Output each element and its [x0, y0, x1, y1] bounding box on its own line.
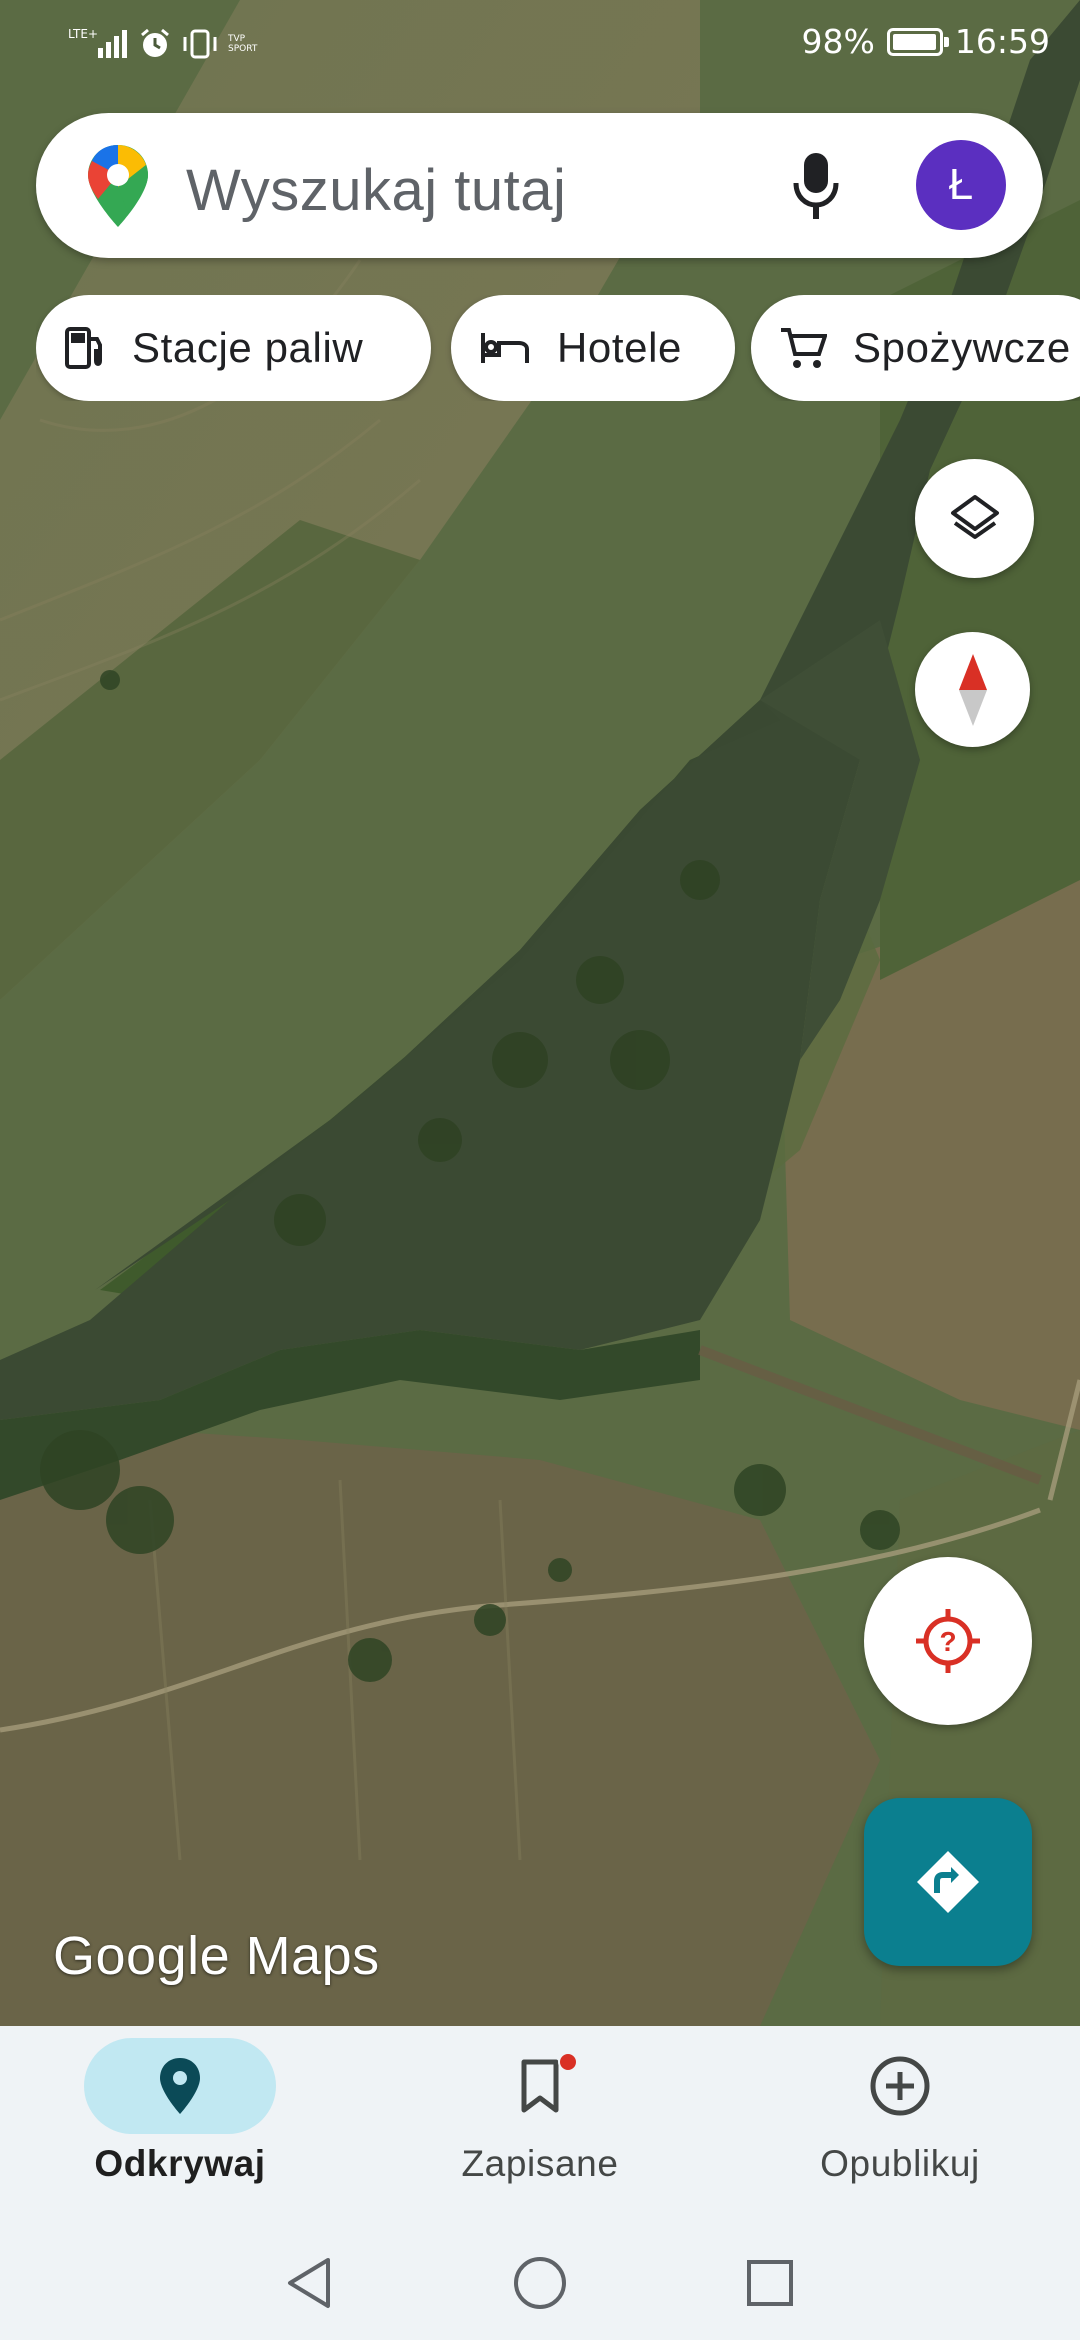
google-maps-watermark: Google Maps: [53, 1926, 380, 1986]
add-circle-icon: [870, 2056, 930, 2116]
recents-square-icon: [747, 2260, 793, 2306]
system-home-button[interactable]: [480, 2226, 600, 2340]
category-chips: Stacje paliw Hotele Spożywcze: [36, 295, 1080, 401]
chip-hotels[interactable]: Hotele: [451, 295, 735, 401]
search-bar[interactable]: Wyszukaj tutaj Ł: [36, 113, 1043, 258]
location-unknown-icon: ?: [916, 1609, 980, 1673]
layers-button[interactable]: [915, 459, 1034, 578]
search-input[interactable]: Wyszukaj tutaj: [186, 157, 566, 224]
nav-icon-container: [804, 2038, 996, 2134]
system-back-button[interactable]: [249, 2226, 369, 2340]
status-icons-left: LTE+ TVP SPORT: [68, 26, 258, 62]
directions-icon: [917, 1851, 979, 1913]
nav-label: Opublikuj: [820, 2143, 980, 2184]
nav-label: Zapisane: [461, 2143, 619, 2184]
nav-icon-container: [444, 2038, 636, 2134]
back-triangle-icon: [288, 2258, 330, 2308]
nav-item-saved[interactable]: Zapisane: [360, 2026, 720, 2226]
system-navigation-bar: [0, 2226, 1080, 2340]
clock: 16:59: [954, 22, 1050, 61]
directions-button[interactable]: [864, 1798, 1032, 1966]
chip-label: Spożywcze: [853, 324, 1071, 371]
nav-item-explore[interactable]: Odkrywaj: [0, 2026, 360, 2226]
bookmark-icon: [521, 2059, 559, 2113]
compass-icon: [958, 653, 987, 726]
explore-pin-icon: [160, 2058, 200, 2114]
bottom-navigation: Odkrywaj Zapisane Opublikuj: [0, 2026, 1080, 2226]
alarm-icon: [141, 28, 169, 57]
nav-item-contribute[interactable]: Opublikuj: [720, 2026, 1080, 2226]
battery-icon: [886, 27, 949, 56]
nav-label: Odkrywaj: [94, 2143, 266, 2184]
google-maps-logo-icon: [88, 145, 148, 227]
chip-groceries[interactable]: Spożywcze: [751, 295, 1080, 401]
notification-badge: [558, 2052, 578, 2072]
bed-icon: [481, 333, 529, 363]
account-avatar[interactable]: Ł: [916, 140, 1006, 230]
status-icons-right: 98% 16:59: [802, 22, 1050, 61]
svg-text:?: ?: [939, 1626, 956, 1657]
shopping-cart-icon: [781, 328, 827, 368]
chip-label: Hotele: [557, 324, 683, 371]
microphone-icon[interactable]: [788, 149, 844, 225]
layers-icon: [950, 494, 999, 539]
signal-icon: LTE+: [68, 27, 127, 58]
tvp-sport-badge: TVP SPORT: [228, 34, 258, 54]
network-label: LTE+: [68, 27, 98, 41]
gas-station-icon: [65, 327, 102, 369]
status-bar: LTE+ TVP SPORT 98% 16:59: [0, 0, 1080, 90]
system-recents-button[interactable]: [710, 2226, 830, 2340]
chip-gas-stations[interactable]: Stacje paliw: [36, 295, 431, 401]
chip-label: Stacje paliw: [132, 324, 364, 371]
vibrate-icon: [183, 29, 217, 59]
home-circle-icon: [514, 2257, 566, 2309]
compass-button[interactable]: [915, 632, 1030, 747]
my-location-button[interactable]: ?: [864, 1557, 1032, 1725]
nav-active-indicator: [84, 2038, 276, 2134]
battery-percentage: 98%: [801, 22, 875, 61]
